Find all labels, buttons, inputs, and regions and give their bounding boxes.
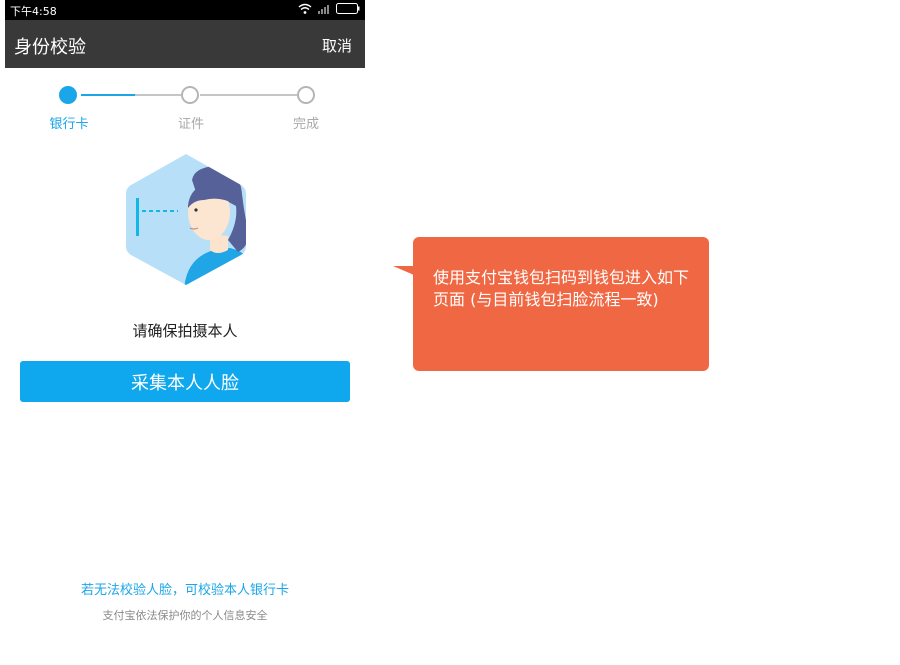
annotation-callout: 使用支付宝钱包扫码到钱包进入如下页面 (与目前钱包扫脸流程一致) <box>413 237 709 371</box>
capture-face-button[interactable]: 采集本人人脸 <box>20 361 350 402</box>
step-label-complete: 完成 <box>292 117 319 132</box>
step-dot-id <box>181 86 199 104</box>
verify-bank-card-link[interactable]: 若无法校验人脸，可校验本人银行卡 <box>5 579 365 598</box>
nav-bar: 身份校验 取消 <box>5 20 365 68</box>
step-connector-2 <box>200 94 297 96</box>
cancel-button[interactable]: 取消 <box>322 35 352 56</box>
step-label-bank-card: 银行卡 <box>49 117 89 132</box>
privacy-note: 支付宝依法保护你的个人信息安全 <box>102 609 268 622</box>
status-bar: 下午4:58 <box>5 0 365 20</box>
status-icons <box>298 3 360 14</box>
face-scan-illustration <box>124 150 248 288</box>
callout-tail <box>393 266 414 275</box>
wifi-icon <box>298 3 312 14</box>
step-label-id: 证件 <box>177 117 204 132</box>
battery-icon <box>336 3 360 14</box>
progress-stepper: 银行卡 证件 完成 <box>5 82 365 132</box>
signal-icon <box>318 4 330 14</box>
callout-text: 使用支付宝钱包扫码到钱包进入如下页面 (与目前钱包扫脸流程一致) <box>433 268 690 309</box>
step-connector-1-progress <box>81 94 135 96</box>
status-time: 下午4:58 <box>10 5 57 18</box>
instruction-text: 请确保拍摄本人 <box>132 322 238 340</box>
phone-screen: 下午4:58 身份校验 取消 银行卡 证件 完成 请确保拍摄本人 采集本人人脸 … <box>5 0 365 665</box>
step-dot-bank-card <box>59 86 77 104</box>
step-dot-complete <box>297 86 315 104</box>
page-title: 身份校验 <box>14 37 86 58</box>
